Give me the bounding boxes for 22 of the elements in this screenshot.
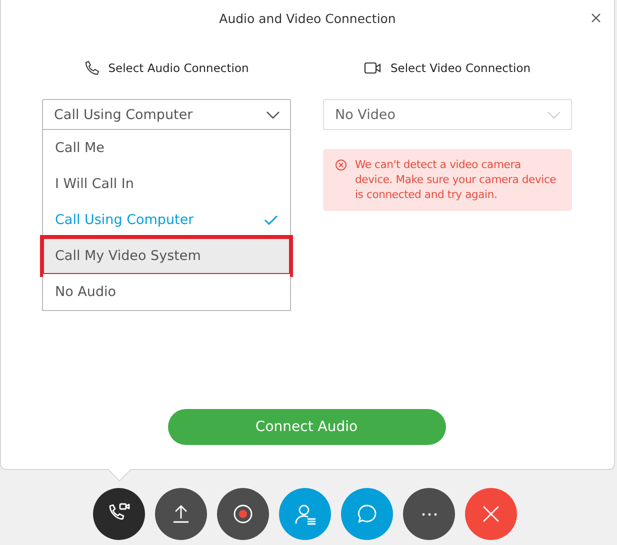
error-message: We can't detect a video camera device. Make sure your camera device is connected and try again. (355, 157, 558, 202)
error-icon (335, 159, 347, 171)
audio-option[interactable]: Call My Video System (43, 238, 290, 274)
check-icon (264, 215, 278, 225)
record-icon (231, 502, 255, 526)
upload-button[interactable] (155, 488, 207, 540)
window-title: Audio and Video Connection (219, 10, 396, 26)
video-camera-icon (364, 61, 382, 75)
close-button[interactable] (465, 488, 517, 540)
phone-icon (84, 60, 100, 76)
chevron-icon (547, 110, 561, 118)
chat-button[interactable] (341, 488, 393, 540)
audio-dropdown[interactable]: Call Using Computer (42, 99, 291, 130)
participants-button[interactable] (279, 488, 331, 540)
more-icon (422, 512, 436, 516)
more-button[interactable] (403, 488, 455, 540)
audio-section-label: Select Audio Connection (108, 61, 249, 75)
record-button[interactable] (217, 488, 269, 540)
chevron-icon (266, 110, 280, 118)
phone-video-button[interactable] (93, 488, 145, 540)
participants-icon (293, 502, 317, 526)
video-section-label: Select Video Connection (390, 61, 531, 75)
